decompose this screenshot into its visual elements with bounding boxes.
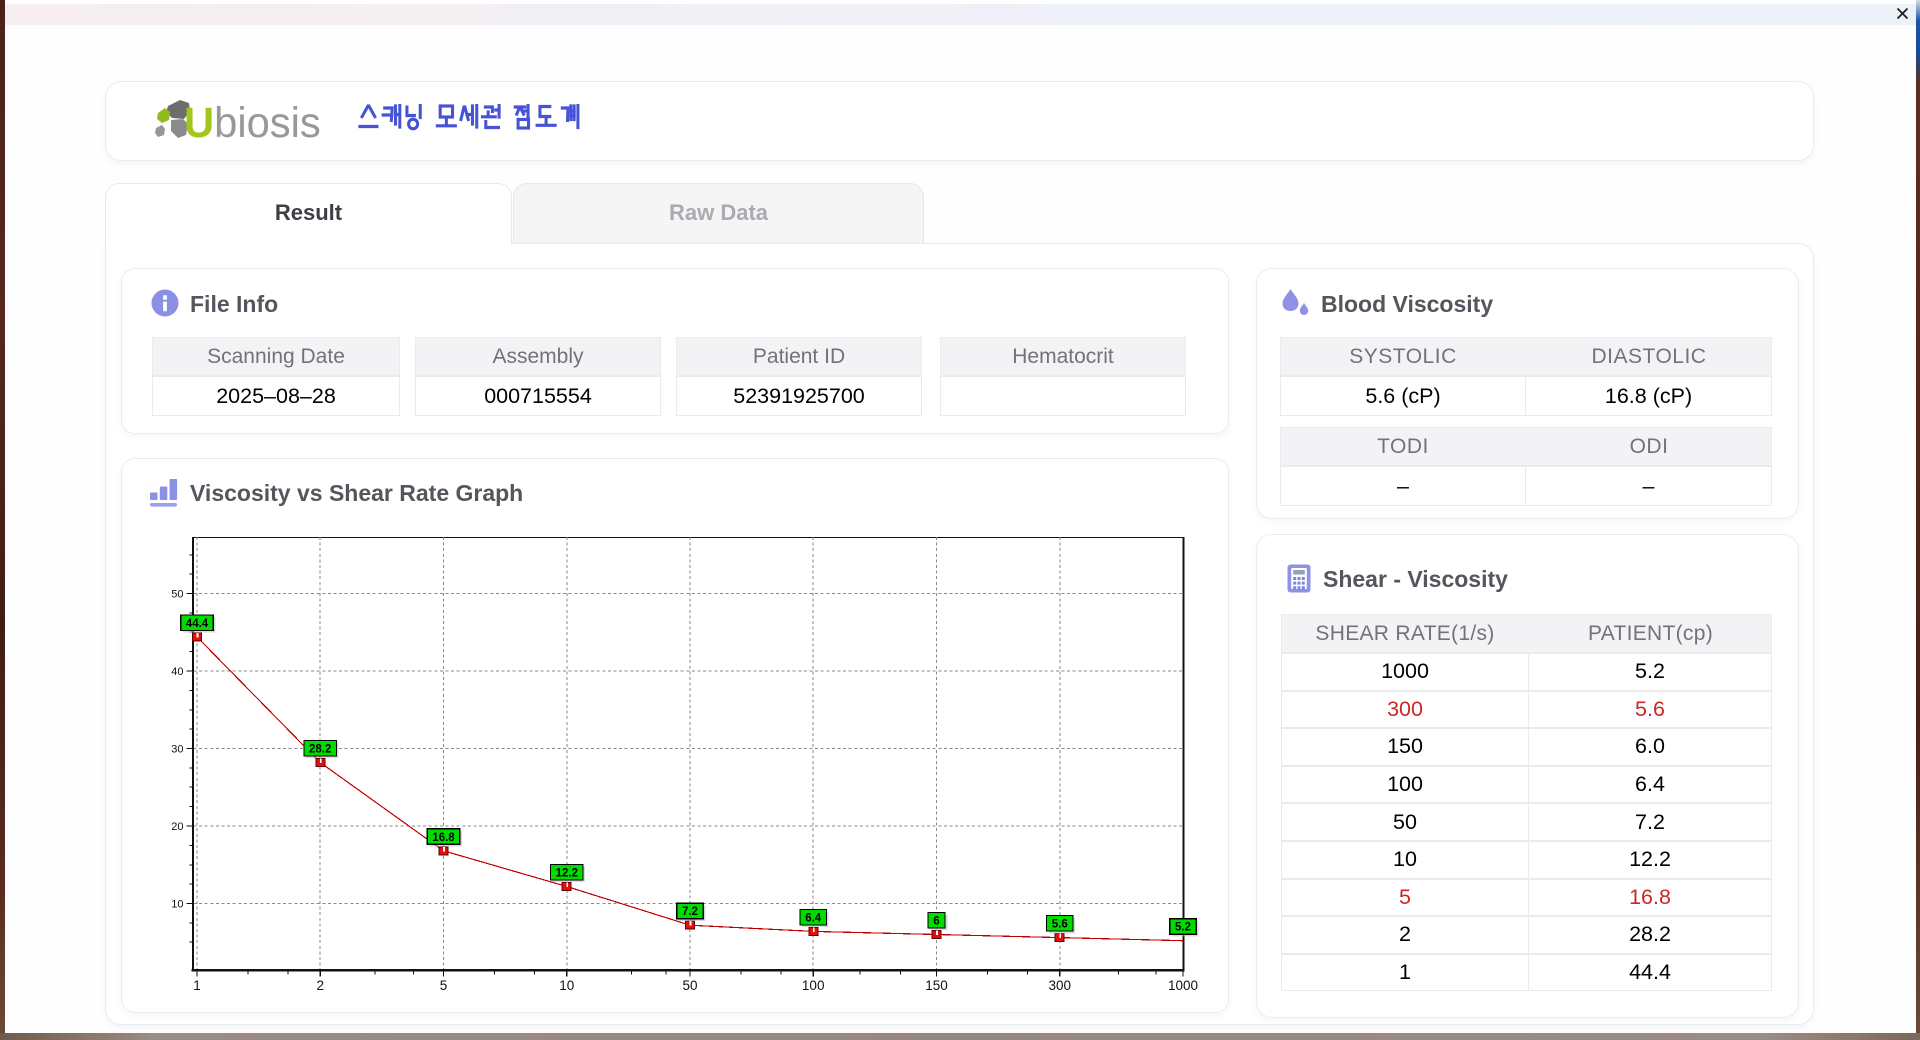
svg-text:5.6: 5.6 <box>1052 919 1068 931</box>
svg-text:100: 100 <box>802 978 825 993</box>
svg-text:1000: 1000 <box>1168 978 1198 993</box>
svg-text:2: 2 <box>316 978 324 993</box>
svg-text:12.2: 12.2 <box>556 868 578 880</box>
svg-text:50: 50 <box>682 978 697 993</box>
svg-text:16.8: 16.8 <box>432 832 455 844</box>
svg-text:28.2: 28.2 <box>309 744 331 756</box>
svg-text:30: 30 <box>171 743 183 755</box>
svg-text:6: 6 <box>933 916 939 928</box>
svg-text:7.2: 7.2 <box>682 906 698 918</box>
svg-text:10: 10 <box>559 978 574 993</box>
svg-text:6.4: 6.4 <box>805 912 822 924</box>
svg-text:10: 10 <box>171 898 183 910</box>
svg-text:1: 1 <box>193 978 201 993</box>
svg-text:20: 20 <box>171 821 183 833</box>
svg-text:44.4: 44.4 <box>186 618 209 630</box>
svg-text:300: 300 <box>1049 978 1072 993</box>
svg-text:5: 5 <box>440 978 448 993</box>
svg-text:150: 150 <box>925 978 948 993</box>
svg-text:40: 40 <box>171 666 183 678</box>
svg-text:5.2: 5.2 <box>1175 922 1191 934</box>
svg-text:50: 50 <box>171 588 183 600</box>
